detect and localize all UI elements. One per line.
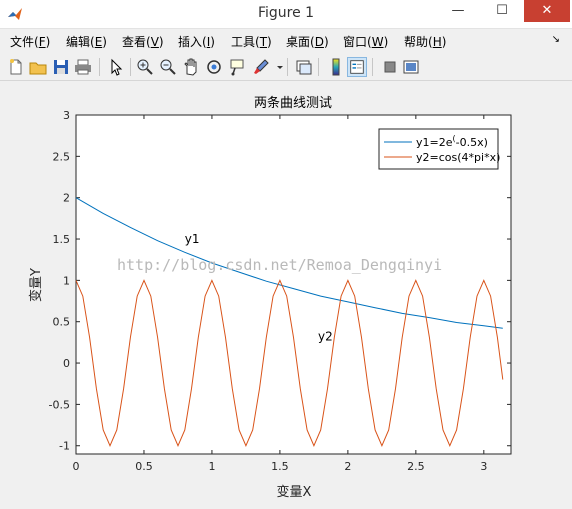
- y-axis-label: 变量Y: [28, 268, 44, 302]
- plot-svg[interactable]: 两条曲线测试 变量X 变量Y 0 0.5 1 1.5 2 2.5 3 -1 -0.5 0 0.5 1 1…: [0, 82, 572, 509]
- x-tick-label: 2: [344, 460, 351, 473]
- menu-view[interactable]: 查看(V): [122, 33, 164, 50]
- y-tick-label: 2: [63, 192, 70, 205]
- maximize-button[interactable]: ☐: [480, 0, 524, 22]
- pointer-icon[interactable]: [106, 57, 126, 77]
- toolbar-separator: [372, 58, 373, 76]
- toolbar-separator: [287, 58, 288, 76]
- zoom-in-icon[interactable]: [135, 57, 155, 77]
- figure-canvas: 两条曲线测试 变量X 变量Y 0 0.5 1 1.5 2 2.5 3 -1 -0.5 0 0.5 1 1…: [0, 82, 572, 509]
- show-plot-tools-icon[interactable]: [401, 57, 421, 77]
- open-file-icon[interactable]: [28, 57, 48, 77]
- x-tick-label: 1: [208, 460, 215, 473]
- y-tick-label: 1: [63, 274, 70, 287]
- hide-plot-tools-icon[interactable]: [380, 57, 400, 77]
- chart-title: 两条曲线测试: [254, 95, 332, 111]
- legend[interactable]: y1=2e(-0.5x) y2=cos(4*pi*x): [378, 128, 500, 170]
- title-bar: Figure 1 — ☐ ✕: [0, 0, 572, 29]
- toolbar-separator: [318, 58, 319, 76]
- rotate-3d-icon[interactable]: [204, 57, 224, 77]
- x-tick-label: 1.5: [271, 460, 289, 473]
- annotation-label: y1: [185, 232, 200, 246]
- x-axis-label: 变量X: [277, 484, 312, 500]
- menu-help[interactable]: 帮助(H): [404, 33, 446, 50]
- y-tick-label: 0.5: [53, 316, 71, 329]
- link-plot-icon[interactable]: [294, 57, 314, 77]
- menu-bar: 文件(F) 编辑(E) 查看(V) 插入(I) 工具(T) 桌面(D) 窗口(W…: [0, 30, 572, 52]
- pan-hand-icon[interactable]: [181, 57, 201, 77]
- menu-tools[interactable]: 工具(T): [231, 33, 272, 50]
- toolbar-separator: [130, 58, 131, 76]
- legend-label-y1: y1=2e(-0.5x): [416, 134, 488, 149]
- brush-dropdown-icon[interactable]: [270, 57, 283, 77]
- x-tick-label: 0: [73, 460, 80, 473]
- menu-file[interactable]: 文件(F): [10, 33, 50, 50]
- menu-overflow-icon[interactable]: ↘: [552, 34, 560, 45]
- y-tick-label: 1.5: [53, 233, 71, 246]
- y-tick-label: 0: [63, 357, 70, 370]
- y-tick-label: -0.5: [49, 398, 70, 411]
- toolbar-separator: [99, 58, 100, 76]
- menu-insert[interactable]: 插入(I): [178, 33, 215, 50]
- data-cursor-icon[interactable]: [227, 57, 247, 77]
- legend-icon[interactable]: [347, 57, 367, 77]
- minimize-button[interactable]: —: [436, 0, 480, 22]
- save-icon[interactable]: [51, 57, 71, 77]
- watermark-text: http://blog.csdn.net/Remoa_Dengqinyi: [117, 256, 442, 274]
- zoom-out-icon[interactable]: [158, 57, 178, 77]
- menu-window[interactable]: 窗口(W): [343, 33, 388, 50]
- new-figure-icon[interactable]: [6, 57, 26, 77]
- x-tick-label: 0.5: [135, 460, 153, 473]
- y-tick-label: -1: [59, 440, 70, 453]
- x-tick-label: 2.5: [407, 460, 425, 473]
- menu-edit[interactable]: 编辑(E): [66, 33, 107, 50]
- x-tick-label: 3: [480, 460, 487, 473]
- legend-label-y2: y2=cos(4*pi*x): [416, 151, 500, 164]
- y-tick-label: 3: [63, 109, 70, 122]
- print-icon[interactable]: [73, 57, 93, 77]
- figure-toolbar: [0, 54, 572, 81]
- y-tick-label: 2.5: [53, 150, 71, 163]
- close-button[interactable]: ✕: [524, 0, 570, 22]
- annotation-label: y2: [318, 330, 333, 344]
- menu-desktop[interactable]: 桌面(D): [286, 33, 329, 50]
- colorbar-icon[interactable]: [326, 57, 346, 77]
- brush-icon[interactable]: [251, 57, 271, 77]
